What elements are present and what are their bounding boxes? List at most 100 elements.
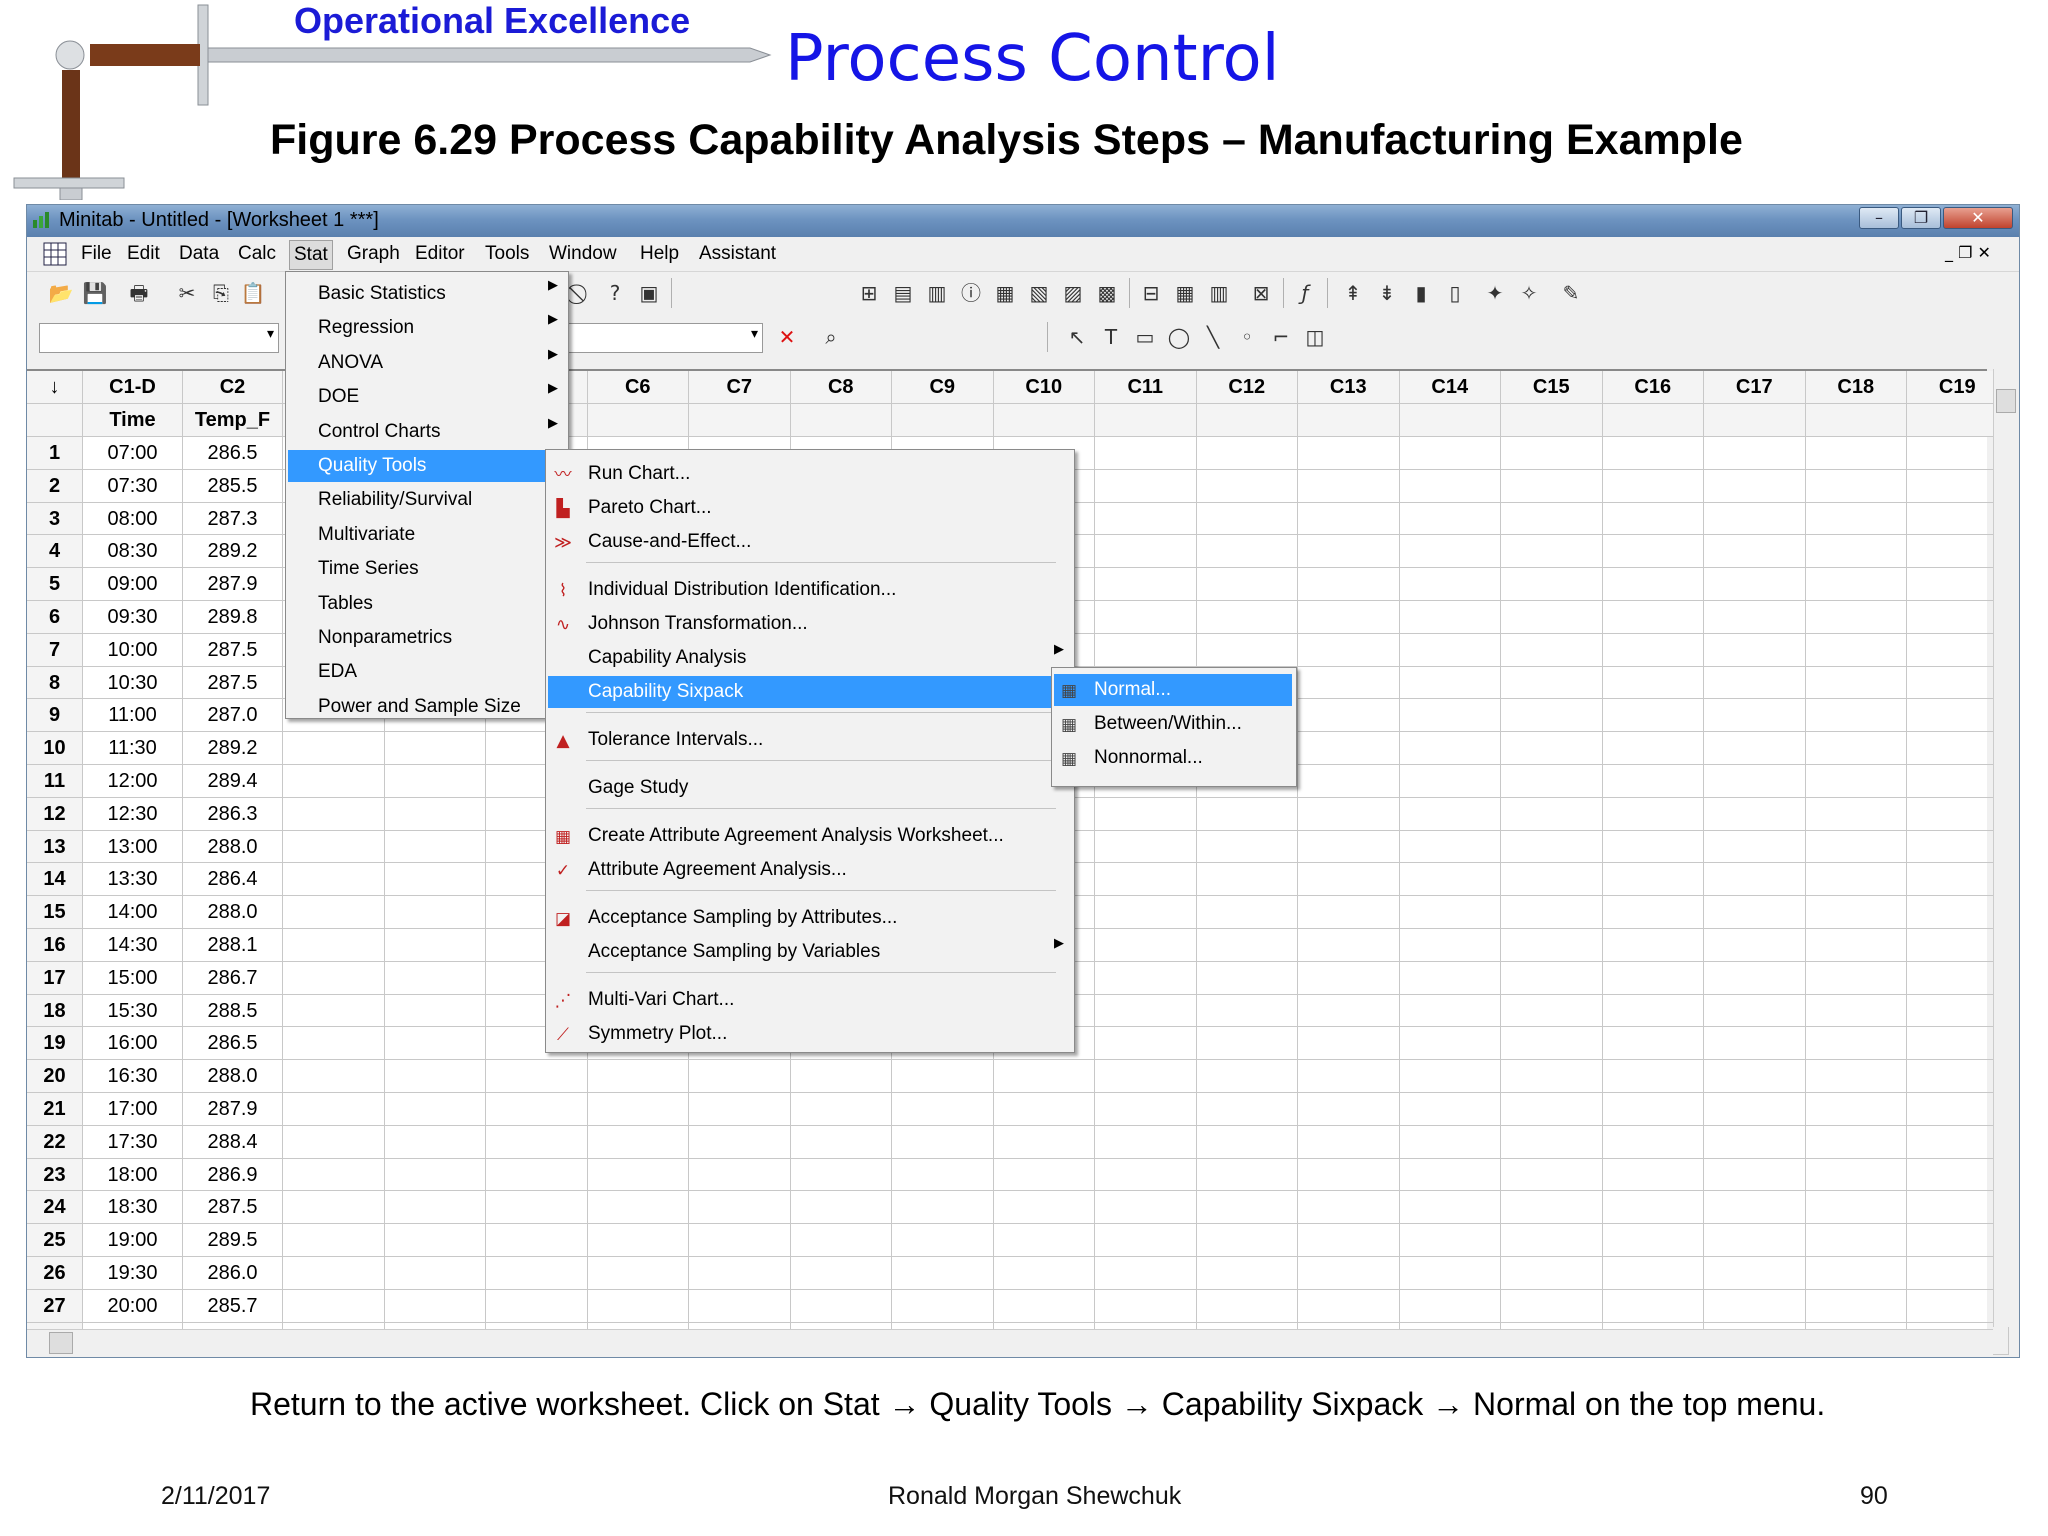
data-cell[interactable]: 17:30: [83, 1125, 183, 1159]
data-cell[interactable]: [1501, 765, 1603, 798]
data-cell[interactable]: 14:30: [83, 929, 183, 962]
move-down-icon[interactable]: ⇟: [1373, 279, 1401, 307]
quality-tools-item[interactable]: ▙ Pareto Chart...: [548, 492, 1070, 524]
quality-tools-item[interactable]: ▦ Create Attribute Agreement Analysis Wor…: [548, 820, 1070, 852]
row-header[interactable]: 16: [27, 929, 83, 962]
insert-cells-icon[interactable]: ⊟: [1137, 279, 1165, 307]
data-cell[interactable]: 287.9: [183, 1093, 283, 1126]
data-cell[interactable]: [1602, 601, 1704, 634]
data-cell[interactable]: 285.5: [183, 469, 283, 503]
data-cell[interactable]: [1196, 568, 1298, 601]
data-cell[interactable]: [1095, 469, 1197, 503]
data-cell[interactable]: [1501, 633, 1603, 667]
data-cell[interactable]: [1602, 1093, 1704, 1126]
data-cell[interactable]: [1298, 666, 1400, 700]
data-cell[interactable]: [993, 1093, 1095, 1126]
data-cell[interactable]: [1298, 1060, 1400, 1093]
quality-tools-item[interactable]: ▲ Tolerance Intervals...: [548, 724, 1070, 756]
data-cell[interactable]: [1095, 568, 1197, 601]
corner-cell[interactable]: ↓: [27, 371, 83, 404]
data-cell[interactable]: 08:00: [83, 502, 183, 536]
data-cell[interactable]: [1602, 929, 1704, 962]
data-cell[interactable]: [1399, 568, 1501, 601]
copy-icon[interactable]: ⎘: [207, 279, 235, 307]
data-cell[interactable]: [384, 1257, 486, 1290]
data-cell[interactable]: [1602, 863, 1704, 897]
data-cell[interactable]: [1805, 437, 1907, 470]
data-cell[interactable]: 17:00: [83, 1093, 183, 1126]
column-header[interactable]: C10: [993, 371, 1095, 404]
data-cell[interactable]: 288.0: [183, 896, 283, 929]
data-cell[interactable]: [892, 1289, 994, 1323]
data-cell[interactable]: [1298, 732, 1400, 765]
data-cell[interactable]: [1196, 1125, 1298, 1159]
data-cell[interactable]: 286.9: [183, 1158, 283, 1192]
row-header[interactable]: 18: [27, 994, 83, 1028]
data-cell[interactable]: 289.2: [183, 732, 283, 765]
data-cell[interactable]: [1399, 601, 1501, 634]
data-cell[interactable]: [892, 1257, 994, 1290]
cancel-icon[interactable]: ⃠: [567, 279, 595, 307]
data-cell[interactable]: [1501, 732, 1603, 765]
data-cell[interactable]: [1298, 502, 1400, 536]
data-cell[interactable]: [1095, 929, 1197, 962]
column-name-cell[interactable]: [689, 404, 791, 437]
quality-tools-item[interactable]: ∿ Johnson Transformation...: [548, 608, 1070, 640]
column-name-cell[interactable]: [1501, 404, 1603, 437]
data-cell[interactable]: [1095, 535, 1197, 569]
data-cell[interactable]: [1602, 765, 1704, 798]
data-cell[interactable]: [1704, 1093, 1806, 1126]
data-cell[interactable]: [1602, 1027, 1704, 1061]
row-header[interactable]: 26: [27, 1257, 83, 1290]
row-header[interactable]: 4: [27, 535, 83, 569]
data-cell[interactable]: [1298, 1158, 1400, 1192]
row-header[interactable]: 5: [27, 568, 83, 601]
data-cell[interactable]: [587, 1125, 689, 1159]
data-cell[interactable]: [993, 1289, 1095, 1323]
data-cell[interactable]: [1196, 1191, 1298, 1225]
stat-menu-item[interactable]: Nonparametrics▶: [288, 622, 564, 654]
data-cell[interactable]: [1298, 601, 1400, 634]
data-cell[interactable]: 288.0: [183, 830, 283, 864]
data-cell[interactable]: 289.8: [183, 601, 283, 634]
data-cell[interactable]: [384, 929, 486, 962]
marker-tool-icon[interactable]: ◦: [1233, 323, 1261, 351]
data-cell[interactable]: [283, 1060, 385, 1093]
data-cell[interactable]: [993, 1257, 1095, 1290]
data-cell[interactable]: 07:00: [83, 437, 183, 470]
scroll-thumb[interactable]: [49, 1332, 73, 1354]
menu-tools[interactable]: Tools: [485, 243, 529, 265]
data-cell[interactable]: [1298, 1224, 1400, 1257]
quality-tools-item[interactable]: ⌇ Individual Distribution Identification.…: [548, 574, 1070, 606]
data-cell[interactable]: [1298, 765, 1400, 798]
data-cell[interactable]: [1602, 535, 1704, 569]
data-cell[interactable]: [1196, 830, 1298, 864]
data-cell[interactable]: [1501, 1191, 1603, 1225]
data-cell[interactable]: [283, 732, 385, 765]
column-name-cell[interactable]: [993, 404, 1095, 437]
data-cell[interactable]: [1704, 568, 1806, 601]
session-icon[interactable]: ⊞: [855, 279, 883, 307]
data-cell[interactable]: [1196, 1060, 1298, 1093]
data-cell[interactable]: [283, 1093, 385, 1126]
data-cell[interactable]: [1298, 1191, 1400, 1225]
data-cell[interactable]: [283, 797, 385, 831]
data-cell[interactable]: [384, 863, 486, 897]
data-cell[interactable]: [1298, 1257, 1400, 1290]
data-cell[interactable]: [486, 1125, 588, 1159]
data-cell[interactable]: [486, 1158, 588, 1192]
data-cell[interactable]: [384, 1125, 486, 1159]
column-name-cell[interactable]: Temp_F: [183, 404, 283, 437]
data-cell[interactable]: [384, 797, 486, 831]
data-cell[interactable]: 288.5: [183, 994, 283, 1028]
data-cell[interactable]: [1501, 535, 1603, 569]
sixpack-item[interactable]: ▦ Between/Within...: [1054, 708, 1292, 740]
data-cell[interactable]: [384, 1093, 486, 1126]
data-cell[interactable]: [1298, 896, 1400, 929]
data-cell[interactable]: [1704, 961, 1806, 995]
quality-tools-item[interactable]: Gage Study▶: [548, 772, 1070, 804]
data-cell[interactable]: [1399, 830, 1501, 864]
chart-icon[interactable]: ▮: [1407, 279, 1435, 307]
data-cell[interactable]: [1602, 469, 1704, 503]
project-icon[interactable]: ▨: [1059, 279, 1087, 307]
